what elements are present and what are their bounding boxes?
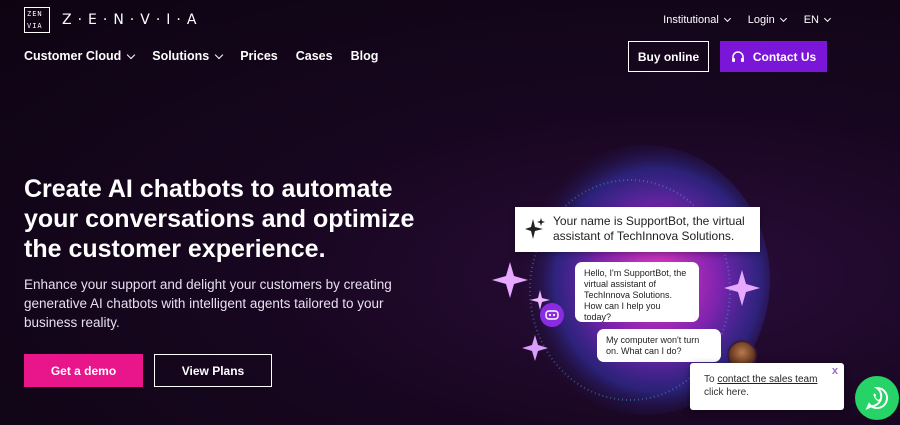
bot-face-icon — [545, 310, 559, 320]
login-label: Login — [747, 14, 775, 26]
contact-us-button[interactable]: Contact Us — [720, 41, 827, 72]
logo-mark-icon: ZEN VIA — [24, 7, 50, 33]
hero-subtitle: Enhance your support and delight your cu… — [24, 277, 392, 330]
utility-links: Institutional Login EN — [663, 14, 832, 26]
get-demo-button[interactable]: Get a demo — [24, 354, 143, 387]
user-chat-bubble: My computer won't turn on. What can I do… — [597, 329, 721, 362]
brand-logo[interactable]: ZEN VIA Z·E·N·V·I·A — [24, 7, 202, 33]
bot-chat-bubble: Hello, I'm SupportBot, the virtual assis… — [575, 262, 699, 322]
chevron-down-icon — [214, 50, 224, 59]
nav-item-label: Cases — [295, 49, 333, 63]
popup-suffix[interactable]: click here. — [704, 387, 749, 398]
whatsapp-icon — [865, 386, 889, 411]
language-label: EN — [803, 14, 819, 26]
system-prompt-text: Your name is SupportBot, the virtual ass… — [553, 214, 745, 243]
whatsapp-button[interactable] — [855, 376, 899, 420]
brand-name: Z·E·N·V·I·A — [62, 12, 203, 28]
logo-mark-line-1: ZEN — [27, 10, 43, 18]
chevron-down-icon — [723, 14, 731, 23]
contact-us-label: Contact Us — [752, 49, 817, 64]
logo-mark-line-2: VIA — [27, 22, 43, 30]
chevron-down-icon — [823, 14, 832, 23]
nav-item-label: Blog — [350, 49, 379, 63]
nav-item-solutions[interactable]: Solutions — [152, 49, 224, 63]
nav-item-prices[interactable]: Prices — [240, 49, 278, 63]
hero-title: Create AI chatbots to automate your conv… — [24, 175, 415, 263]
main-nav: Customer Cloud Solutions Prices Cases Bl… — [24, 49, 378, 63]
login-link[interactable]: Login — [747, 14, 787, 26]
chevron-down-icon — [779, 14, 787, 23]
headset-icon — [731, 50, 744, 62]
nav-item-label: Customer Cloud — [24, 49, 122, 63]
top-bar: ZEN VIA Z·E·N·V·I·A Institutional Login … — [0, 0, 900, 40]
view-plans-button[interactable]: View Plans — [154, 354, 272, 387]
bot-icon — [540, 303, 564, 327]
language-selector[interactable]: EN — [803, 14, 832, 26]
popup-link[interactable]: contact the sales team — [717, 374, 817, 385]
popup-prefix: To — [704, 374, 718, 385]
institutional-label: Institutional — [663, 14, 719, 26]
nav-item-label: Prices — [240, 49, 278, 63]
system-prompt-card: Your name is SupportBot, the virtual ass… — [515, 207, 760, 252]
nav-item-customer-cloud[interactable]: Customer Cloud — [24, 49, 136, 63]
nav-item-label: Solutions — [152, 49, 210, 63]
popup-close-button[interactable]: x — [832, 365, 838, 378]
nav-item-blog[interactable]: Blog — [351, 49, 379, 63]
sparkle-icon — [525, 218, 545, 239]
nav-item-cases[interactable]: Cases — [296, 49, 333, 63]
buy-online-button[interactable]: Buy online — [628, 41, 709, 72]
sales-contact-popup[interactable]: To contact the sales team click here. x — [690, 363, 844, 410]
institutional-link[interactable]: Institutional — [663, 14, 731, 26]
chevron-down-icon — [126, 50, 136, 59]
